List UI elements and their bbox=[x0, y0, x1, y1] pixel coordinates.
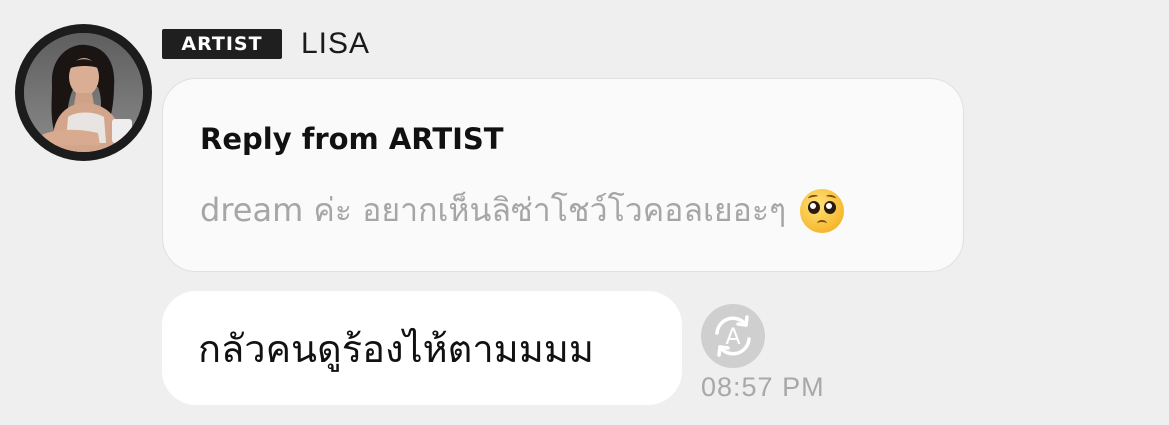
message-text: กลัวคนดูร้องไห้ตามมมม bbox=[198, 326, 594, 371]
reply-title: Reply from ARTIST bbox=[200, 122, 504, 156]
quoted-message-text: dream ค่ะ อยากเห็นลิซ่าโชว์โวคอลเยอะๆ bbox=[200, 191, 787, 229]
reply-quote: dream ค่ะ อยากเห็นลิซ่าโชว์โวคอลเยอะๆ bbox=[200, 185, 845, 236]
artist-name[interactable]: LISA bbox=[301, 26, 370, 62]
avatar-image bbox=[24, 33, 143, 152]
message-timestamp: 08:57 PM bbox=[701, 372, 825, 402]
avatar-photo bbox=[24, 33, 143, 152]
svg-text:A: A bbox=[725, 325, 740, 350]
sender-avatar[interactable] bbox=[15, 24, 152, 161]
pleading-face-emoji-icon bbox=[800, 188, 845, 233]
artist-badge: ARTIST bbox=[162, 29, 282, 59]
reply-card[interactable]: Reply from ARTIST dream ค่ะ อยากเห็นลิซ่… bbox=[162, 78, 964, 272]
auto-translate-icon[interactable]: A bbox=[700, 303, 766, 369]
message-bubble[interactable]: กลัวคนดูร้องไห้ตามมมม bbox=[162, 291, 682, 405]
